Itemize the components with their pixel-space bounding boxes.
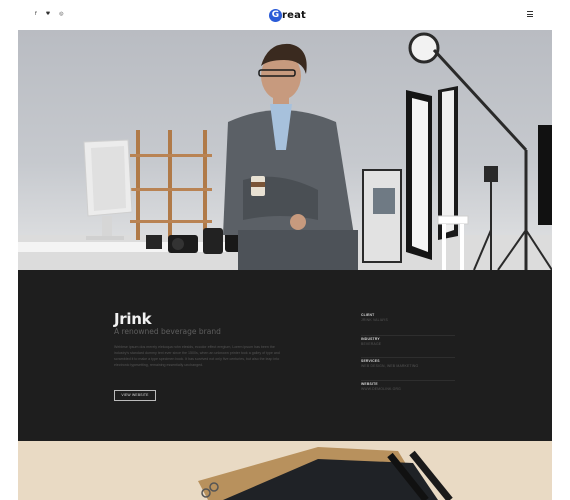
meta-value: JRINK VALIAYS [361, 318, 388, 322]
meta-item-services: SERVICES WEB DESIGN, WEB MARKETING [361, 358, 455, 381]
instagram-icon[interactable]: ◎ [59, 11, 63, 18]
site-logo[interactable]: G reat [269, 8, 306, 22]
project-meta-list: CLIENT JRINK VALIAYS INDUSTRY BEVERAGE S… [361, 313, 455, 403]
meta-value: WEB DESIGN, WEB MARKETING [361, 364, 419, 368]
site-header: f ♥ ◎ G reat [0, 0, 570, 30]
meta-item-website: WEBSITE WWW.DEMOLINK.ORG [361, 381, 455, 404]
facebook-icon[interactable]: f [35, 11, 37, 18]
meta-value: WWW.DEMOLINK.ORG [361, 386, 401, 391]
view-website-button[interactable]: VIEW WEBSITE [114, 390, 156, 401]
hero-image [18, 30, 552, 270]
meta-item-client: CLIENT JRINK VALIAYS [361, 313, 455, 336]
notebook-photo-illustration [18, 441, 552, 500]
meta-value: BEVERAGE [361, 341, 382, 346]
project-subtitle: A renowned beverage brand [114, 327, 221, 336]
social-links: f ♥ ◎ [35, 11, 64, 18]
project-info-section: Jrink A renowned beverage brand Weblese … [18, 270, 552, 441]
project-description: Weblese ipsum dos merely elekoqua rohn e… [114, 345, 280, 367]
menu-icon[interactable] [527, 11, 533, 17]
logo-mark: G [269, 8, 282, 22]
twitter-icon[interactable]: ♥ [46, 11, 50, 18]
meta-item-industry: INDUSTRY BEVERAGE [361, 336, 455, 358]
logo-text: reat [282, 9, 307, 21]
project-title: Jrink [114, 310, 152, 328]
secondary-image [18, 441, 552, 500]
hero-photo-illustration [18, 32, 552, 270]
